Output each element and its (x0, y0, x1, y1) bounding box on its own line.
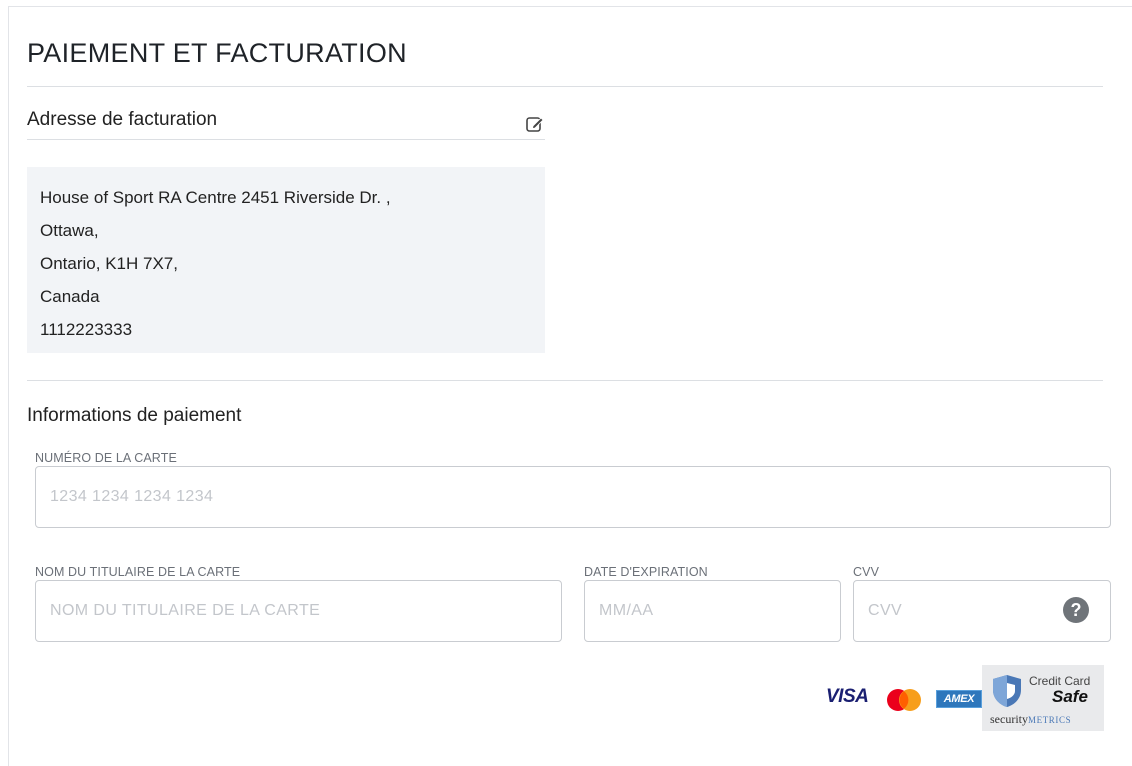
edit-icon[interactable] (525, 114, 545, 134)
address-phone: 1112223333 (40, 320, 133, 339)
address-city: Ottawa, (40, 221, 99, 240)
card-number-input[interactable] (35, 466, 1111, 528)
address-street: House of Sport RA Centre 2451 Riverside … (40, 188, 391, 207)
billing-address-title: Adresse de facturation (27, 109, 218, 130)
badge-brand-suffix: METRICS (1028, 715, 1072, 725)
address-province-postal: Ontario, K1H 7X7, (40, 254, 178, 273)
badge-credit-card-text: Credit Card (1029, 674, 1091, 688)
billing-address-box: House of Sport RA Centre 2451 Riverside … (27, 167, 545, 353)
billing-address-header: Adresse de facturation (27, 104, 545, 140)
payment-info-title: Informations de paiement (27, 405, 242, 426)
visa-logo: VISA (826, 686, 869, 707)
badge-brand-text: securityMETRICS (990, 712, 1071, 727)
mastercard-logo (887, 689, 921, 711)
badge-brand-main: security (990, 712, 1028, 726)
expiry-date-input[interactable] (584, 580, 841, 642)
cardholder-name-label: NOM DU TITULAIRE DE LA CARTE (35, 565, 241, 579)
divider (27, 380, 1103, 381)
badge-safe-text: Safe (1052, 687, 1088, 706)
divider (27, 86, 1103, 87)
cardholder-name-input[interactable] (35, 580, 562, 642)
card-number-label: NUMÉRO DE LA CARTE (35, 451, 177, 465)
security-badge: Credit Card Safe securityMETRICS (982, 665, 1104, 731)
question-circle-icon[interactable]: ? (1063, 597, 1089, 623)
expiry-date-label: DATE D'EXPIRATION (584, 565, 708, 579)
page-title: PAIEMENT ET FACTURATION (27, 38, 407, 68)
amex-logo: AMEX (936, 690, 982, 708)
shield-icon (993, 675, 1021, 707)
address-country: Canada (40, 287, 100, 306)
cvv-label: CVV (853, 565, 880, 579)
